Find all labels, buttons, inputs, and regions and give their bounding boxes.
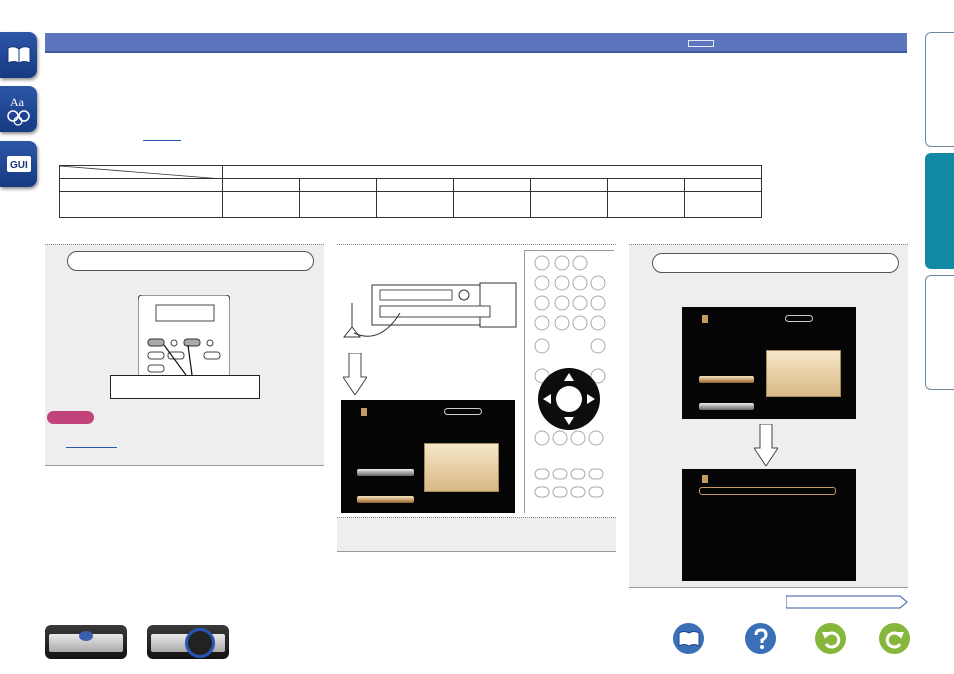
menu-bar-1-selected[interactable] <box>699 376 754 383</box>
setup-icon <box>361 408 367 416</box>
menu-bar-1[interactable] <box>357 469 414 476</box>
step-note-middle <box>337 517 616 552</box>
header-badge <box>688 40 714 47</box>
manual-page: Aa GUI <box>0 0 954 674</box>
contents-tab[interactable] <box>0 32 37 78</box>
table-row <box>59 178 762 192</box>
remote-strip <box>524 250 614 513</box>
gui-tab[interactable]: GUI <box>0 141 37 187</box>
book-icon <box>6 44 32 66</box>
back-arrow-icon[interactable] <box>815 623 846 654</box>
glossary-tab[interactable]: Aa <box>0 86 37 132</box>
osd-screen-1 <box>341 400 515 513</box>
amplifier-knob-icon[interactable] <box>147 625 229 659</box>
step-title-pill-right <box>652 253 899 273</box>
setup-icon <box>702 315 708 323</box>
svg-text:Aa: Aa <box>10 95 25 109</box>
menu-bar-2[interactable] <box>699 403 754 410</box>
table-header-cell <box>222 165 762 179</box>
remote-control-illustration <box>138 295 230 380</box>
callout-box <box>110 375 260 399</box>
help-question-icon[interactable] <box>745 623 776 654</box>
osd-screen-2 <box>682 307 856 419</box>
gui-icon: GUI <box>5 153 33 175</box>
progress-field <box>699 487 836 495</box>
down-arrow-icon <box>343 353 367 395</box>
forward-arrow-icon[interactable] <box>879 623 910 654</box>
font-glossary-icon: Aa <box>5 92 33 126</box>
amplifier-front-icon[interactable] <box>45 625 127 659</box>
speaker-layout-image <box>424 443 499 492</box>
step-title-pill <box>67 251 314 271</box>
receiver-and-mic-illustration <box>342 282 517 338</box>
table-row <box>59 191 762 218</box>
next-page-link[interactable] <box>786 594 908 610</box>
reference-link[interactable] <box>143 140 181 141</box>
table-corner-cell <box>59 165 223 179</box>
right-tab-1[interactable] <box>925 32 954 147</box>
menu-bar-2-selected[interactable] <box>357 496 414 503</box>
setup-icon <box>702 475 708 483</box>
speaker-layout-image <box>766 350 841 397</box>
section-header-bar <box>45 33 907 53</box>
brand-logo <box>444 408 482 415</box>
spec-table <box>59 165 762 218</box>
right-tab-2-active[interactable] <box>925 153 954 269</box>
note-badge <box>47 411 94 424</box>
osd-screen-3 <box>682 469 856 581</box>
note-link[interactable] <box>66 447 117 448</box>
down-arrow-icon <box>754 424 778 466</box>
right-tab-3[interactable] <box>925 275 954 390</box>
manual-book-icon[interactable] <box>673 623 704 654</box>
brand-logo <box>785 315 813 322</box>
svg-text:GUI: GUI <box>10 160 28 171</box>
